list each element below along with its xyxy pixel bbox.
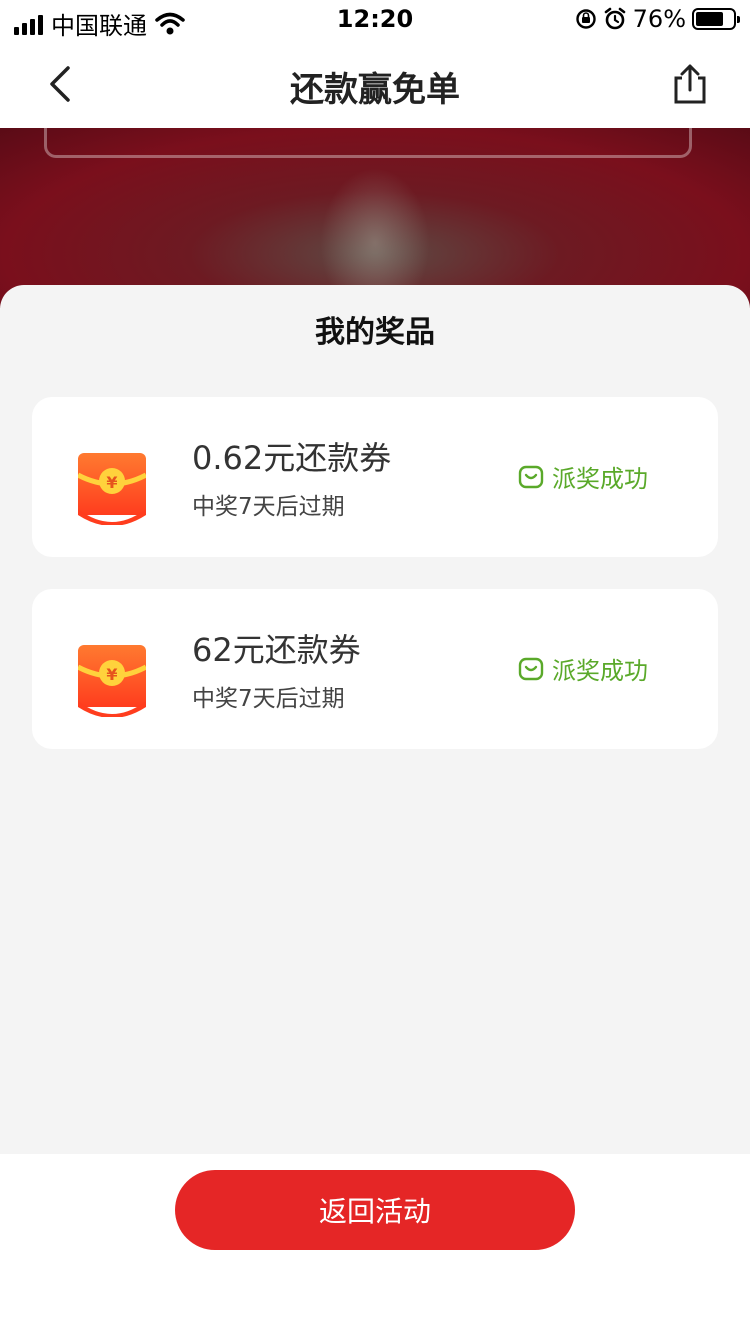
red-envelope-icon: ¥ (78, 453, 146, 525)
battery-level (696, 12, 724, 26)
svg-text:¥: ¥ (106, 665, 117, 684)
prize-sheet: 我的奖品 ¥ 0.62元还款券 中奖7天后过期 派奖成功 ¥ 62元还款券 中奖… (0, 285, 750, 1154)
footer: 返回活动 (0, 1154, 750, 1334)
return-to-activity-button[interactable]: 返回活动 (175, 1170, 575, 1250)
share-button[interactable] (668, 62, 712, 106)
sheet-title: 我的奖品 (315, 315, 435, 350)
rotation-lock-icon (575, 9, 596, 29)
svg-text:¥: ¥ (106, 473, 117, 492)
prize-status: 派奖成功 (518, 651, 648, 686)
prize-name: 0.62元还款券 (192, 439, 392, 477)
shield-check-icon (518, 657, 544, 680)
battery-icon (692, 8, 740, 30)
prize-card: ¥ 0.62元还款券 中奖7天后过期 派奖成功 (32, 397, 718, 557)
prize-status: 派奖成功 (518, 459, 648, 494)
red-envelope-icon: ¥ (78, 645, 146, 717)
shield-check-icon (518, 465, 544, 488)
prize-name: 62元还款券 (192, 631, 361, 669)
banner-frame (44, 128, 692, 158)
prize-status-label: 派奖成功 (552, 465, 648, 493)
nav-bar: 还款赢免单 (0, 40, 750, 128)
activity-banner (0, 128, 750, 308)
status-right: 76% (575, 5, 740, 33)
battery-percent: 76% (632, 5, 686, 33)
share-icon (674, 64, 706, 104)
alarm-icon (604, 7, 625, 30)
prize-status-label: 派奖成功 (552, 657, 648, 685)
prize-card: ¥ 62元还款券 中奖7天后过期 派奖成功 (32, 589, 718, 749)
page-title: 还款赢免单 (290, 70, 460, 110)
prize-expiry: 中奖7天后过期 (192, 686, 345, 712)
prize-expiry: 中奖7天后过期 (192, 494, 345, 520)
status-bar: 中国联通 12:20 76% (0, 0, 750, 40)
